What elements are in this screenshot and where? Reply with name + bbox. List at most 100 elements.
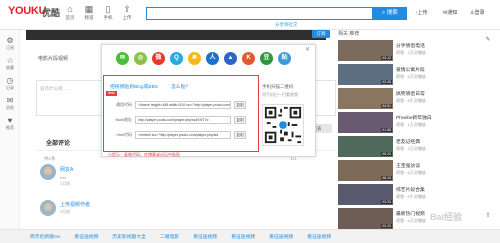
mobile-icon: ▯ <box>105 4 111 14</box>
qr-subtitle: 用手机扫一扫看视频 <box>262 92 298 97</box>
comment-text: 。。。 <box>60 174 69 179</box>
video-thumbnail[interactable]: 04:01 <box>338 88 393 109</box>
video-meta: 视频 · 9千次播放 <box>396 194 426 199</box>
close-icon[interactable]: ✕ <box>305 46 310 53</box>
bottom-link[interactable]: 周杰伦新歌mv <box>30 233 60 240</box>
upload-icon: ⇪ <box>123 4 131 14</box>
login-link[interactable]: ♙登录 <box>470 9 485 16</box>
video-thumbnail[interactable]: 01:58 <box>338 112 393 133</box>
channel-icon: ▦ <box>84 4 94 14</box>
video-player-bottom[interactable] <box>26 30 326 40</box>
tieba-icon[interactable]: 贴 <box>278 52 291 65</box>
flash-badge: flash <box>106 91 117 96</box>
bottom-link[interactable]: 看征途视频 <box>74 233 98 240</box>
embed-row-html: html代码 <embed src="http://player.youku.c… <box>107 131 246 139</box>
nav-home[interactable]: ⌂ 首页 <box>62 4 78 21</box>
bottom-bar: 周杰伦新歌mv 看征途视频 历史影视剧大全 二婚电影 看征途视频 看征途视频 看征途视频 看征… <box>0 229 500 243</box>
rail-subscribe[interactable]: ⚙ 订阅 <box>3 36 17 51</box>
qq-icon[interactable]: Q <box>170 52 183 65</box>
video-title-link[interactable]: 王宝强访谈 <box>396 162 460 169</box>
search-input[interactable] <box>146 7 373 20</box>
bottom-link[interactable]: 看征途视频 <box>231 233 255 240</box>
moments-icon[interactable]: ◎ <box>134 52 147 65</box>
search-button[interactable]: ⌕ 搜索 <box>373 7 407 20</box>
copy-button[interactable]: 复制 <box>234 116 246 124</box>
comment-user[interactable]: 网友A <box>60 166 73 173</box>
video-thumbnail[interactable]: 03:33 <box>338 184 393 205</box>
search-icon: ⌕ <box>382 10 386 16</box>
avatar[interactable] <box>40 164 56 180</box>
comment-user[interactable]: 上传视频作者 <box>60 201 90 208</box>
rail-recommend[interactable]: ♥ 推荐 <box>3 116 17 131</box>
video-meta: 视频 · 5万次播放 <box>396 74 426 79</box>
bottom-link[interactable]: 二婚电影 <box>160 233 179 240</box>
copy-button[interactable]: 复制 <box>234 131 246 139</box>
star-icon: ☆ <box>6 56 14 65</box>
renren-icon[interactable]: 人 <box>206 52 219 65</box>
baidu-icon[interactable]: ▲ <box>224 52 237 65</box>
bottom-link[interactable]: 看征途视频 <box>193 233 217 240</box>
video-duration: 04:01 <box>381 104 392 108</box>
embed-code-field[interactable]: <embed src="http://player.youku.com/play… <box>135 131 231 139</box>
avatar[interactable] <box>40 200 56 216</box>
video-thumbnail[interactable]: 02:45 <box>338 64 393 85</box>
embed-code-field[interactable]: http://player.youku.com/player.php/sid/X… <box>135 116 231 124</box>
nav-channel[interactable]: ▦ 频道 <box>81 4 97 21</box>
video-duration: 03:12 <box>381 56 392 60</box>
rail-favorites[interactable]: ☆ 收藏 <box>3 56 17 71</box>
nav-mobile[interactable]: ▯ 手机 <box>100 4 116 21</box>
video-meta: 视频 · 2万次播放 <box>396 50 426 55</box>
header-nav: ⌂ 首页 ▦ 频道 ▯ 手机 ⇪ 上传 <box>62 4 135 21</box>
comment-time: 3月前 <box>60 181 71 186</box>
embed-label: 通用代码 <box>116 102 132 107</box>
video-title-link[interactable]: Phoebe新年独白 <box>396 114 460 121</box>
home-icon: ⌂ <box>67 4 73 14</box>
video-duration: 01:58 <box>381 128 392 132</box>
left-rail: ⚙ 订阅 ☆ 收藏 ◷ 记录 ✉ 消息 ♥ 推荐 <box>0 30 20 243</box>
scroll-top-icon[interactable]: ⇧ <box>483 212 493 222</box>
bottom-link[interactable]: 看征途视频 <box>269 233 293 240</box>
video-title-link[interactable]: 综艺片段合集 <box>396 186 460 193</box>
comment-count: 共1条 <box>44 156 56 161</box>
comment-placeholder: 说点什么吧…… <box>40 86 72 91</box>
rail-messages[interactable]: ✉ 消息 <box>3 96 17 111</box>
qr-code <box>262 104 304 146</box>
copy-button[interactable]: 复制 <box>234 101 246 109</box>
video-thumbnail[interactable]: 06:10 <box>338 160 393 181</box>
related-tabs[interactable]: 相关 推荐 <box>338 30 359 37</box>
wechat-icon[interactable]: ✉ <box>116 52 129 65</box>
subscribe-icon: ⚙ <box>6 36 14 45</box>
weibo-icon[interactable]: 微 <box>152 52 165 65</box>
upload-link[interactable]: ↑上传 <box>415 9 428 16</box>
douban-icon[interactable]: 豆 <box>260 52 273 65</box>
video-thumbnail[interactable]: 05:20 <box>338 136 393 157</box>
nav-upload[interactable]: ⇪ 上传 <box>119 4 135 21</box>
feedback-icon[interactable]: ✎ <box>483 36 493 46</box>
kaixin-icon[interactable]: K <box>242 52 255 65</box>
embed-code-field[interactable]: <iframe height=498 width=510 src="http:/… <box>135 101 231 109</box>
rail-history[interactable]: ◷ 记录 <box>3 76 17 91</box>
video-thumbnail[interactable]: 02:20 <box>338 208 393 229</box>
notify-link[interactable]: ✉通知 <box>443 9 457 16</box>
video-title-link[interactable]: 搞笑情侣日常 <box>396 90 460 97</box>
video-title-link[interactable]: 老友记经典 <box>396 138 460 145</box>
embed-help-link[interactable]: 怎么贴？ <box>171 83 190 90</box>
top-header: YOUKU 优酷 ⌂ 首页 ▦ 频道 ▯ 手机 ⇪ 上传 ⌕ 搜索 ↑上传 ✉通知 ♙登… <box>0 0 500 30</box>
embed-row-flash: flash地址 http://player.youku.com/player.p… <box>107 116 246 124</box>
youku-page: YOUKU 优酷 ⌂ 首页 ▦ 频道 ▯ 手机 ⇪ 上传 ⌕ 搜索 ↑上传 ✉通知 ♙登… <box>0 0 500 243</box>
video-title-link[interactable]: 分手情侣电话 <box>396 42 460 49</box>
video-title-link[interactable]: 爱情公寓片段 <box>396 66 460 73</box>
video-duration: 05:20 <box>381 152 392 156</box>
qzone-icon[interactable]: ✱ <box>188 52 201 65</box>
video-meta: 视频 · 1万次播放 <box>396 122 426 127</box>
video-thumbnail[interactable]: 03:12 <box>338 40 393 61</box>
video-meta: 视频 · 6万次播放 <box>396 170 426 175</box>
youku-logo[interactable]: YOUKU <box>8 5 47 17</box>
share-note: 分享到社交 <box>275 22 298 27</box>
comment-title: 电影片段视频 <box>38 56 69 62</box>
video-duration: 06:10 <box>381 176 392 180</box>
bottom-link[interactable]: 看征途视频 <box>307 233 331 240</box>
bottom-link[interactable]: 历史影视剧大全 <box>112 233 146 240</box>
subscribe-button[interactable]: 订阅 <box>312 30 330 38</box>
tab-all-comments[interactable]: 全部评论 <box>46 138 70 147</box>
